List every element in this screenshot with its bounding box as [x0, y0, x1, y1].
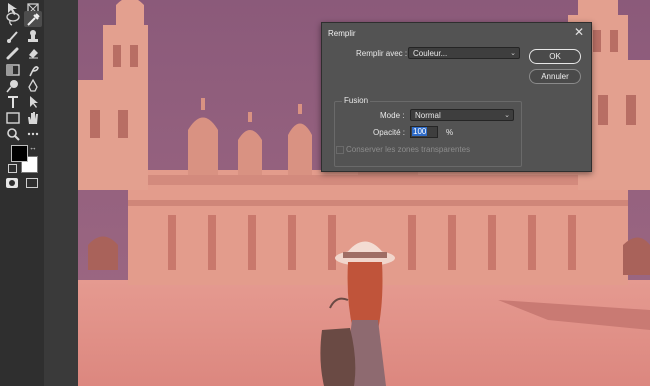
path-select-icon[interactable] [24, 94, 42, 110]
opacity-value: 100 [412, 127, 428, 136]
screen-mode-icon[interactable] [26, 178, 38, 188]
fill-with-select[interactable]: Couleur... ⌄ [408, 47, 520, 59]
foreground-color-swatch[interactable] [11, 145, 28, 162]
more-tools-icon[interactable] [24, 126, 42, 142]
close-icon[interactable]: ✕ [574, 26, 584, 38]
fill-with-value: Couleur... [413, 49, 448, 58]
mode-select[interactable]: Normal ⌄ [410, 109, 514, 121]
eraser-icon[interactable] [24, 45, 42, 61]
zoom-icon[interactable] [4, 126, 22, 142]
chevron-down-icon: ⌄ [504, 112, 510, 119]
preserve-transparency-label: Conserver les zones transparentes [346, 145, 471, 154]
rectangle-icon[interactable] [4, 110, 22, 126]
dialog-title: Remplir [328, 29, 356, 38]
chevron-down-icon: ⌄ [510, 50, 516, 57]
smudge-icon[interactable] [24, 62, 42, 78]
stamp-icon[interactable] [24, 28, 42, 44]
brush-icon[interactable] [4, 28, 22, 44]
cancel-button[interactable]: Annuler [529, 69, 581, 84]
dodge-icon[interactable] [4, 78, 22, 94]
fill-dialog: Remplir ✕ Remplir avec : Couleur... ⌄ OK… [321, 22, 592, 172]
eyedropper-icon[interactable] [24, 11, 42, 27]
fusion-group-title: Fusion [342, 96, 371, 105]
tools-panel: ↔ [0, 0, 44, 386]
hand-icon[interactable] [24, 110, 42, 126]
default-colors-icon[interactable] [8, 164, 17, 173]
fill-with-label: Remplir avec : [356, 49, 408, 58]
pen-icon[interactable] [24, 78, 42, 94]
swap-colors-icon[interactable]: ↔ [29, 143, 37, 152]
ok-button[interactable]: OK [529, 49, 581, 64]
opacity-label: Opacité : [373, 128, 406, 137]
pasteboard [44, 0, 78, 386]
quick-mask-icon[interactable] [6, 178, 18, 188]
mode-label: Mode : [380, 111, 405, 120]
healing-icon[interactable] [4, 45, 22, 61]
mode-value: Normal [415, 111, 441, 120]
gradient-icon[interactable] [4, 62, 22, 78]
preserve-transparency-checkbox[interactable] [336, 146, 344, 154]
opacity-input[interactable]: 100 [410, 126, 438, 138]
type-icon[interactable] [4, 94, 22, 110]
opacity-unit: % [446, 128, 454, 137]
lasso-icon[interactable] [4, 11, 22, 27]
